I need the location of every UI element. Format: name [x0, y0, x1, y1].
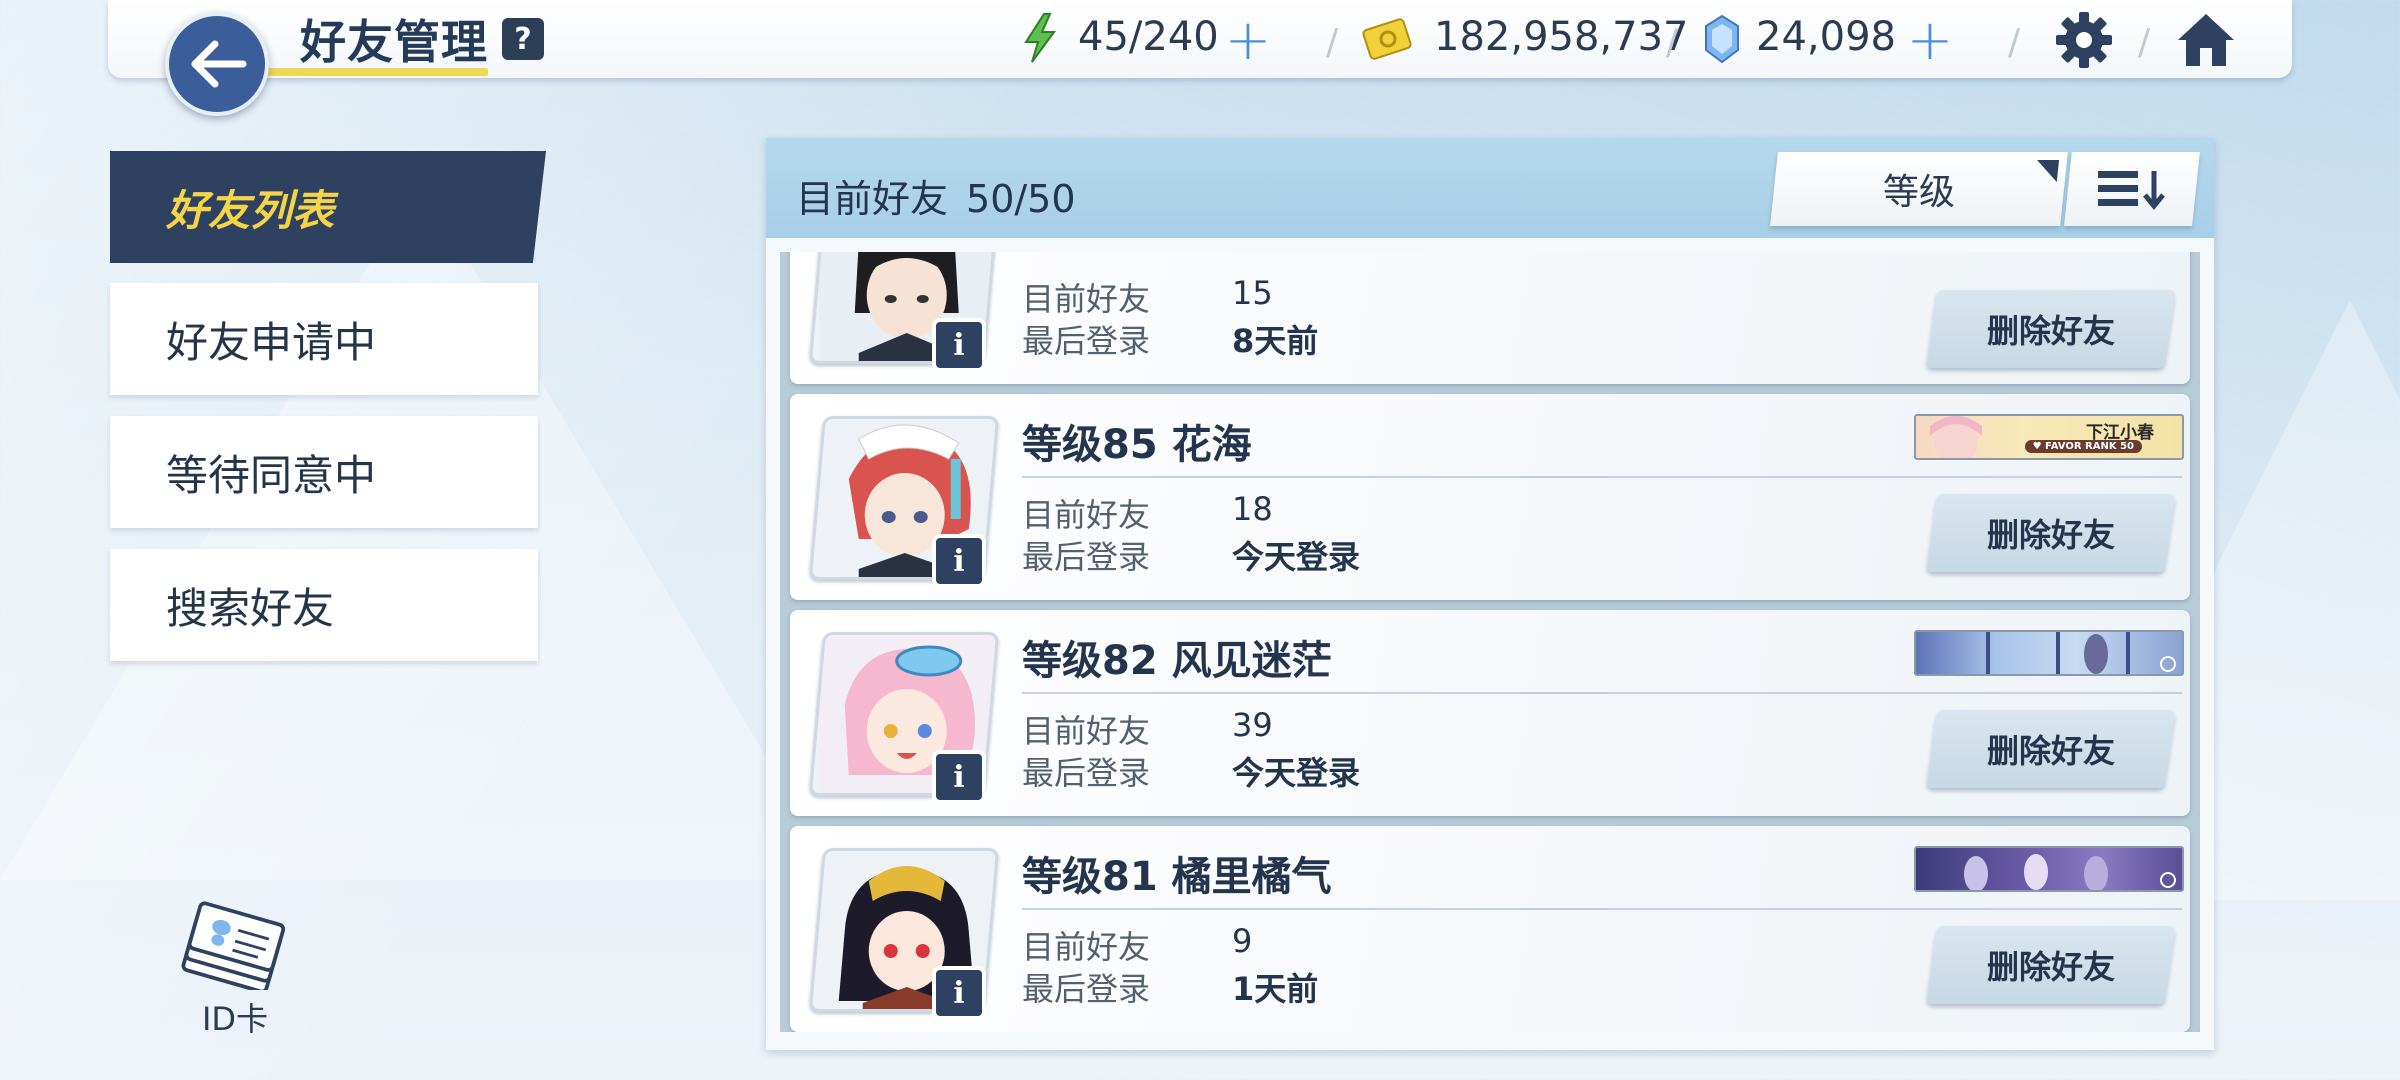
stamina-value: 45/240	[1078, 14, 1219, 60]
gems-value: 24,098	[1756, 14, 1896, 60]
delete-friend-label: 删除好友	[1986, 732, 2115, 770]
friend-name: 等级85 花海	[1022, 422, 1252, 468]
banner-scene	[1964, 854, 2176, 890]
banner-subtitle: ♥ FAVOR RANK 50	[2024, 440, 2142, 453]
info-button[interactable]: i	[932, 966, 986, 1020]
profile-banner	[1914, 846, 2184, 892]
credit-card-icon	[1362, 18, 1412, 60]
sort-label: 等级	[1882, 172, 1955, 213]
back-button[interactable]	[165, 12, 269, 116]
friend-list[interactable]: i 目前好友 15 最后登录 8天前 删除好友 i 等级85 花海 下江小春 ♥…	[780, 252, 2200, 1032]
friend-row: i 等级82 风见迷茫 目前好友 39 最后登录 今天登录 删除好友	[790, 610, 2190, 816]
friend-row: i 等级81 橘里橘气 目前好友 9 最后登录 1天前 删除好友	[790, 826, 2190, 1032]
favor-banner: 下江小春 ♥ FAVOR RANK 50	[1914, 414, 2184, 460]
banner-portrait	[1930, 416, 1982, 458]
dropdown-corner-icon	[2034, 160, 2060, 182]
delete-friend-button[interactable]: 删除好友	[1926, 926, 2176, 1004]
page-title: 好友管理	[300, 15, 488, 69]
credits-value: 182,958,737	[1434, 14, 1689, 60]
delete-friend-label: 删除好友	[1986, 948, 2115, 986]
friend-count-label: 目前好友	[796, 177, 949, 221]
row-divider	[1022, 908, 2182, 910]
home-icon[interactable]	[2174, 10, 2238, 70]
sidebar-item-pending[interactable]: 等待同意中	[110, 416, 538, 528]
last-login-value: 1天前	[1232, 970, 1319, 1008]
friends-count-label: 目前好友	[1022, 496, 1151, 534]
friend-name: 等级81 橘里橘气	[1022, 854, 1332, 900]
friends-count-label: 目前好友	[1022, 280, 1151, 318]
gem-icon	[1705, 14, 1739, 64]
arrow-left-icon	[191, 40, 247, 88]
sidebar-item-label: 等待同意中	[166, 450, 377, 500]
friends-count-value: 9	[1232, 922, 1253, 960]
info-button[interactable]: i	[932, 534, 986, 588]
friend-row: i 等级85 花海 下江小春 ♥ FAVOR RANK 50 目前好友 18 最…	[790, 394, 2190, 600]
delete-friend-label: 删除好友	[1986, 312, 2115, 350]
friend-count-value: 50/50	[966, 177, 1076, 221]
id-card-button[interactable]: ID卡	[170, 900, 300, 1040]
last-login-value: 今天登录	[1232, 538, 1361, 576]
banner-scene	[1986, 632, 2176, 674]
friend-count-title: 目前好友 50/50	[796, 168, 1076, 223]
help-button[interactable]: ?	[502, 18, 544, 60]
panel-header: 目前好友 50/50 等级	[766, 138, 2214, 238]
add-stamina-button[interactable]: +	[1224, 13, 1272, 69]
id-card-icon	[181, 901, 286, 990]
row-divider	[1022, 476, 2182, 478]
last-login-value: 今天登录	[1232, 754, 1361, 792]
friends-count-label: 目前好友	[1022, 928, 1151, 966]
last-login-label: 最后登录	[1022, 970, 1151, 1008]
sort-descending-icon	[2098, 171, 2165, 210]
add-gems-button[interactable]: +	[1906, 13, 1954, 69]
last-login-label: 最后登录	[1022, 322, 1151, 360]
sort-dropdown[interactable]: 等级	[1770, 152, 2068, 226]
info-button[interactable]: i	[932, 318, 986, 372]
friends-count-value: 15	[1232, 274, 1273, 312]
separator: /	[1666, 22, 1679, 63]
sidebar-item-search[interactable]: 搜索好友	[110, 549, 538, 661]
row-divider	[1022, 692, 2182, 694]
last-login-value: 8天前	[1232, 322, 1319, 360]
gear-icon[interactable]	[2054, 10, 2114, 70]
separator: /	[2008, 22, 2021, 63]
sidebar-item-label: 搜索好友	[166, 583, 335, 633]
delete-friend-label: 删除好友	[1986, 516, 2115, 554]
delete-friend-button[interactable]: 删除好友	[1926, 710, 2176, 788]
delete-friend-button[interactable]: 删除好友	[1926, 494, 2176, 572]
title-underline	[268, 68, 488, 76]
separator: /	[1326, 22, 1339, 63]
sidebar-item-label: 好友列表	[166, 185, 335, 235]
top-bar: 好友管理 ? 45/240 + / 182,958,737 / 24,098 +…	[108, 0, 2292, 78]
friends-count-label: 目前好友	[1022, 712, 1151, 750]
sidebar-item-friend-requests[interactable]: 好友申请中	[110, 283, 538, 395]
lightning-icon	[1024, 13, 1056, 63]
sort-order-button[interactable]	[2064, 152, 2200, 226]
friend-row: i 目前好友 15 最后登录 8天前 删除好友	[790, 252, 2190, 384]
sidebar-item-friend-list[interactable]: 好友列表	[110, 151, 546, 263]
separator: /	[2138, 22, 2151, 63]
last-login-label: 最后登录	[1022, 538, 1151, 576]
info-button[interactable]: i	[932, 750, 986, 804]
friends-panel: 目前好友 50/50 等级 i 目前好友 15 最后登录 8天前 删除好友 i …	[766, 138, 2214, 1050]
delete-friend-button[interactable]: 删除好友	[1926, 290, 2176, 368]
friends-count-value: 18	[1232, 490, 1273, 528]
last-login-label: 最后登录	[1022, 754, 1151, 792]
profile-banner	[1914, 630, 2184, 676]
friend-name: 等级82 风见迷茫	[1022, 638, 1332, 684]
id-card-label: ID卡	[201, 1000, 269, 1038]
friends-count-value: 39	[1232, 706, 1273, 744]
sidebar-item-label: 好友申请中	[166, 317, 377, 367]
